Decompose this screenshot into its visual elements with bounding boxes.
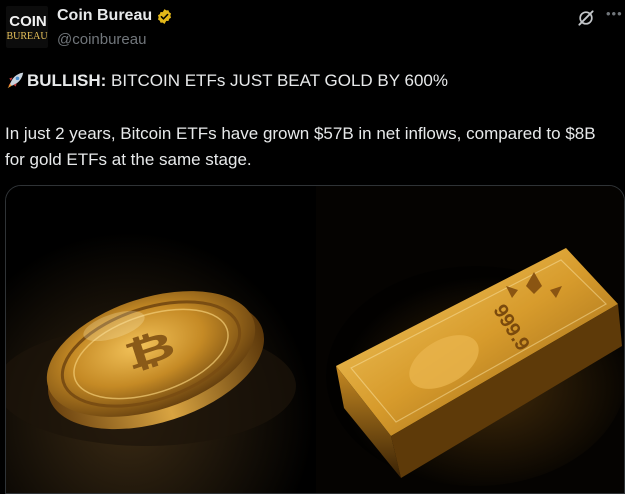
media-image: ₿ 999.9 (6, 186, 624, 493)
headline-bold: BULLISH: (27, 71, 107, 90)
author-name[interactable]: Coin Bureau (57, 7, 152, 25)
post-header: COIN BUREAU Coin Bureau @coinbureau ••• (0, 0, 625, 60)
avatar-logo-line2: BUREAU (6, 31, 48, 42)
grok-icon[interactable] (576, 8, 596, 28)
avatar-logo-line1: COIN (9, 13, 47, 30)
bitcoin-image: ₿ (6, 186, 314, 493)
more-options-icon[interactable]: ••• (606, 6, 623, 21)
rocket-emoji-icon (7, 72, 24, 89)
headline-text: BITCOIN ETFs JUST BEAT GOLD BY 600% (106, 71, 448, 90)
post-media[interactable]: ₿ 999.9 (5, 185, 625, 494)
verified-badge-icon[interactable] (156, 8, 173, 25)
author-handle[interactable]: @coinbureau (57, 31, 146, 48)
post-body: In just 2 years, Bitcoin ETFs have grown… (5, 124, 596, 169)
gold-bar-image: 999.9 (316, 186, 624, 493)
avatar[interactable]: COIN BUREAU (6, 6, 48, 48)
post-headline: BULLISH: BITCOIN ETFs JUST BEAT GOLD BY … (5, 71, 448, 91)
